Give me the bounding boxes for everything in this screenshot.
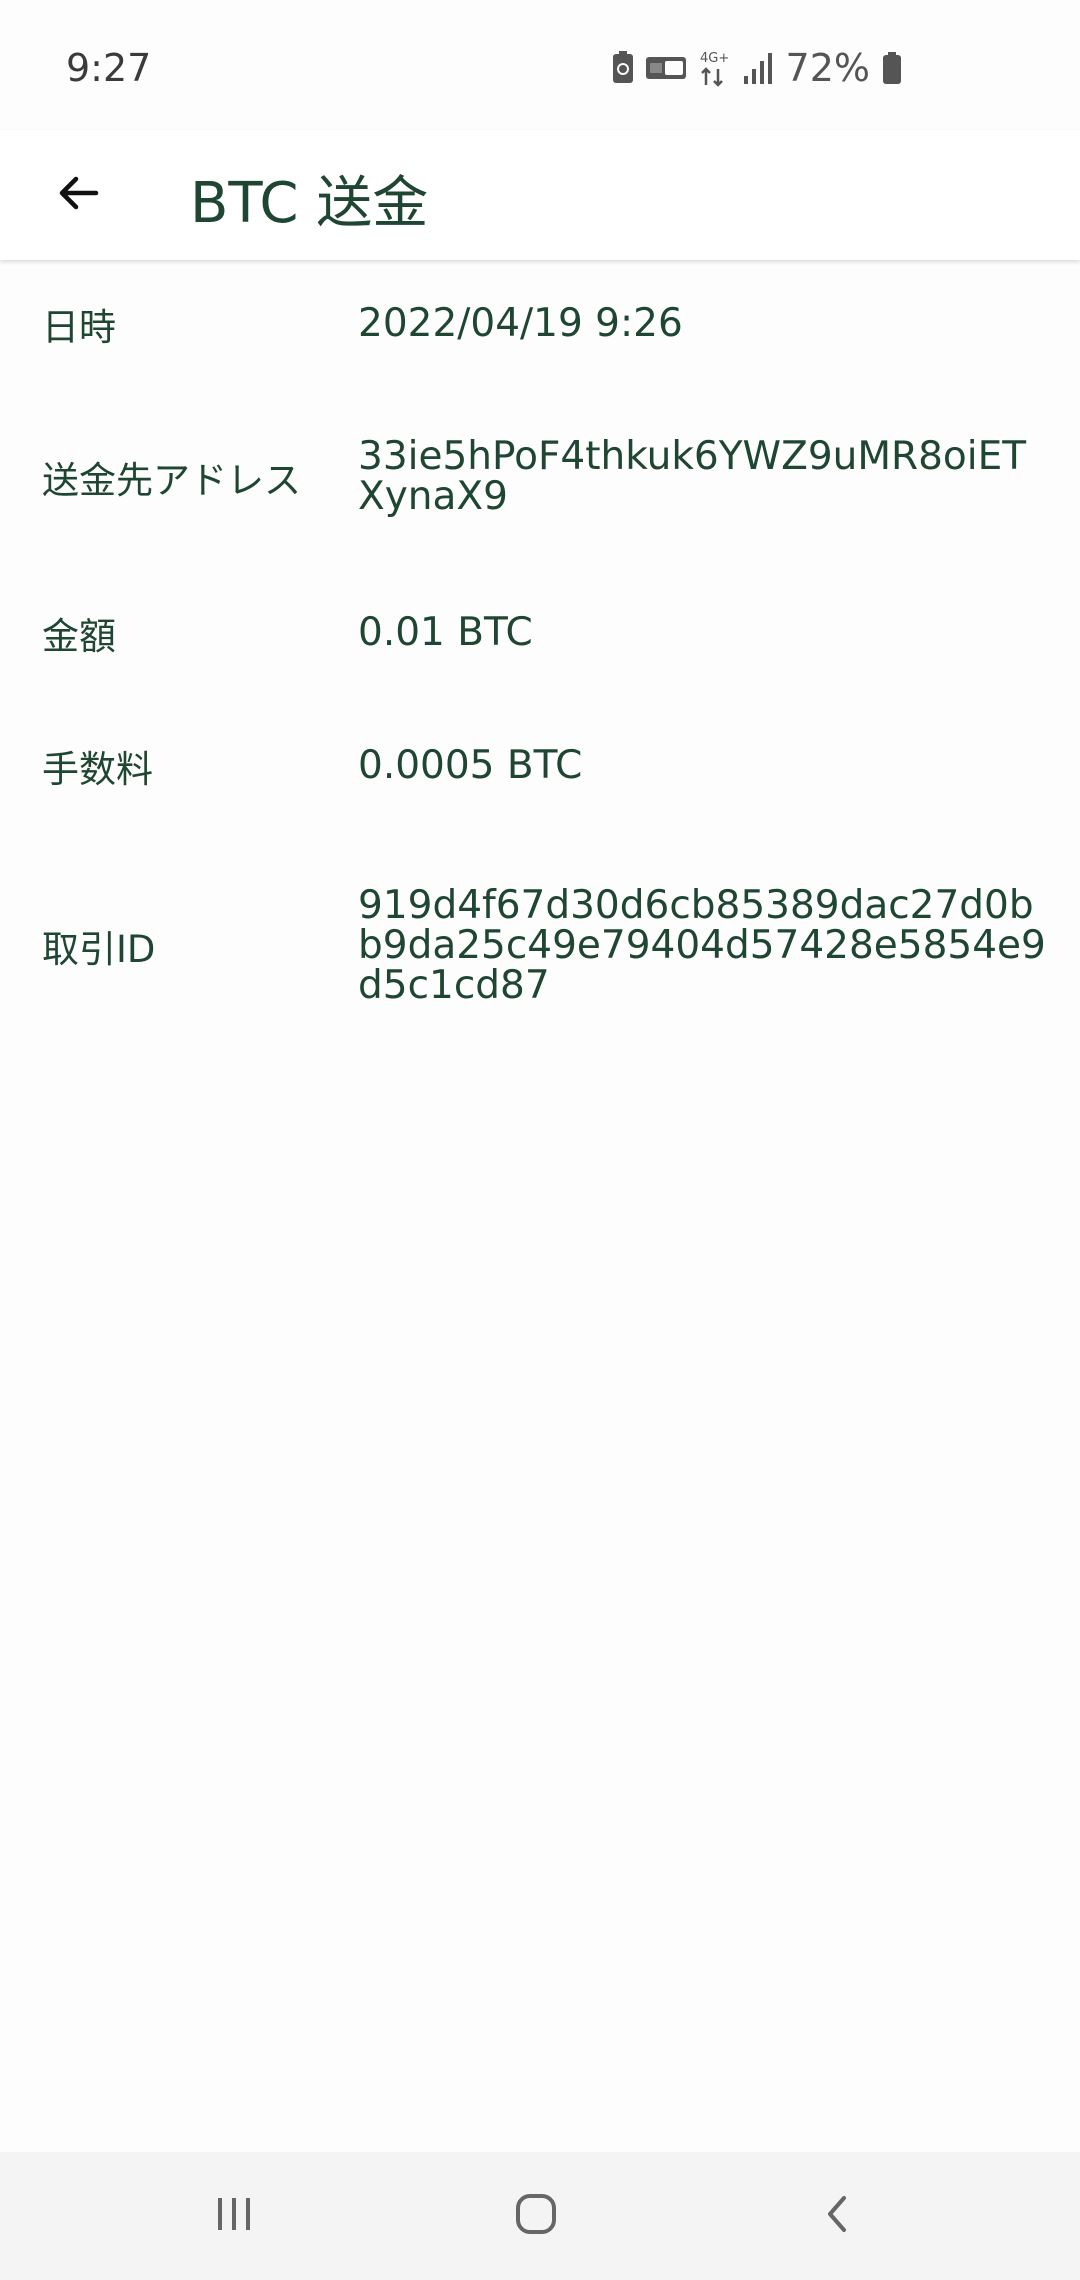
app-bar: BTC 送金 bbox=[0, 130, 1080, 260]
back-button[interactable] bbox=[34, 151, 122, 239]
fee-value: 0.0005 BTC bbox=[358, 743, 583, 788]
date-label: 日時 bbox=[42, 306, 116, 349]
date-value: 2022/04/19 9:26 bbox=[358, 301, 683, 346]
txid-value: 919d4f67d30d6cb85389dac27d0bb9da25c49e79… bbox=[358, 883, 1046, 1008]
detail-row-txid: 取引ID 919d4f67d30d6cb85389dac27d0bb9da25c… bbox=[0, 834, 1080, 1058]
detail-row-address: 送金先アドレス 33ie5hPoF4thkuk6YWZ9uMR8oiETXyna… bbox=[0, 386, 1080, 568]
nav-back-button[interactable] bbox=[798, 2176, 878, 2256]
battery-icon bbox=[882, 52, 902, 84]
detail-row-fee: 手数料 0.0005 BTC bbox=[0, 698, 1080, 834]
txid-label: 取引ID bbox=[42, 928, 156, 971]
address-label: 送金先アドレス bbox=[42, 459, 301, 502]
back-icon bbox=[816, 2192, 860, 2240]
transaction-details: 日時 2022/04/19 9:26 送金先アドレス 33ie5hPoF4thk… bbox=[0, 262, 1080, 1058]
volte-icon bbox=[645, 57, 686, 79]
page-title: BTC 送金 bbox=[190, 171, 429, 236]
status-icons: 4G+ 72% bbox=[612, 46, 902, 90]
arrow-back-icon bbox=[54, 169, 102, 221]
amount-value: 0.01 BTC bbox=[358, 610, 533, 655]
amount-label: 金額 bbox=[42, 615, 116, 658]
fee-label: 手数料 bbox=[42, 748, 153, 791]
status-time: 9:27 bbox=[66, 46, 152, 90]
home-icon bbox=[512, 2190, 560, 2242]
detail-row-amount: 金額 0.01 BTC bbox=[0, 568, 1080, 698]
network-4g-icon: 4G+ bbox=[698, 49, 730, 87]
detail-row-date: 日時 2022/04/19 9:26 bbox=[0, 262, 1080, 386]
home-button[interactable] bbox=[496, 2176, 576, 2256]
system-nav-bar bbox=[0, 2152, 1080, 2280]
recent-apps-button[interactable] bbox=[194, 2176, 274, 2256]
recent-apps-icon bbox=[212, 2192, 256, 2240]
address-value: 33ie5hPoF4thkuk6YWZ9uMR8oiETXynaX9 bbox=[358, 434, 1027, 519]
battery-percent: 72% bbox=[785, 46, 870, 90]
status-bar: 9:27 4G+ 72% bbox=[0, 0, 1080, 130]
signal-icon bbox=[742, 52, 774, 84]
sim-icon bbox=[612, 51, 634, 85]
svg-text:4G+: 4G+ bbox=[700, 51, 729, 66]
